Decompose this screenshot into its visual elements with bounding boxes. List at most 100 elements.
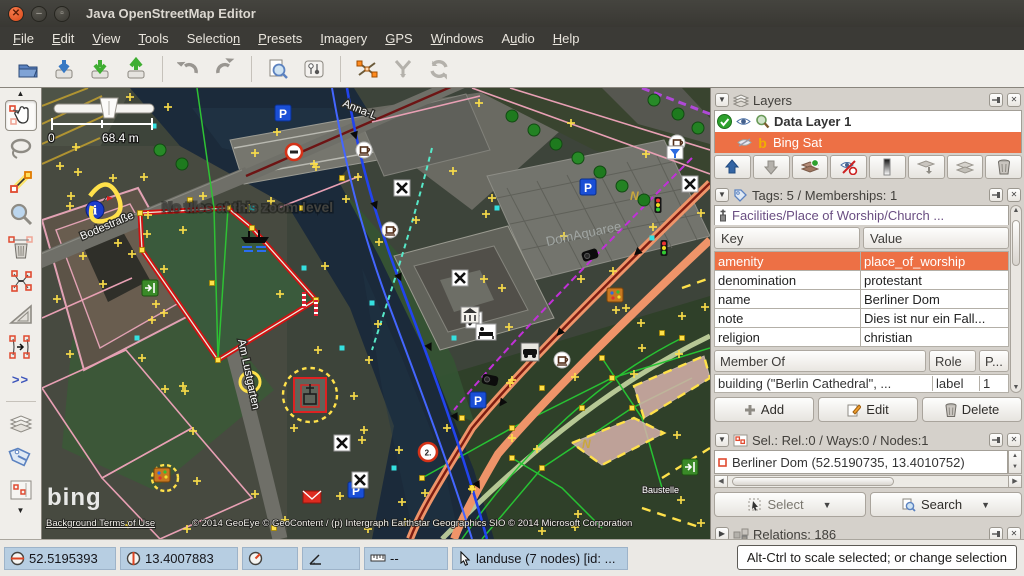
layers-collapse-icon[interactable]: ▼ <box>715 93 729 107</box>
window-title: Java OpenStreetMap Editor <box>86 6 256 21</box>
menu-item-gps[interactable]: GPS <box>376 28 421 49</box>
undo-icon <box>177 57 201 81</box>
tags-close-icon[interactable]: ✕ <box>1007 188 1021 202</box>
scroll-right-arrow[interactable]: ▶ <box>1008 475 1022 488</box>
tags-panel-title: Tags: 5 / Memberships: 1 <box>752 188 897 203</box>
preset-link[interactable]: Facilities/Place of Worship/Church ... <box>732 208 944 223</box>
menu-item-help[interactable]: Help <box>544 28 589 49</box>
menu-item-edit[interactable]: Edit <box>43 28 83 49</box>
search-button-panel[interactable]: Search▼ <box>870 492 1022 517</box>
draw-nodes-tool[interactable] <box>5 166 37 197</box>
selection-list-scrollbar[interactable]: ▲▼ <box>1008 450 1022 474</box>
map-view[interactable]: P P P P <box>42 88 710 539</box>
scroll-down-arrow[interactable]: ▼ <box>1011 384 1021 391</box>
refresh-button[interactable] <box>421 53 457 85</box>
add-tag-button[interactable]: Add <box>714 397 814 422</box>
layer-activate-button[interactable] <box>792 155 829 179</box>
hidden-eye-icon[interactable] <box>737 137 752 148</box>
zoom-tool[interactable] <box>5 199 37 230</box>
preset-link-row[interactable]: Facilities/Place of Worship/Church ... <box>714 205 1009 225</box>
selection-panel-toggle[interactable] <box>5 474 37 505</box>
selection-panel: ▼ Sel.: Rel.:0 / Ways:0 / Nodes:1 ✕ Berl… <box>714 430 1022 517</box>
value-column-header[interactable]: Value <box>863 227 1009 249</box>
tag-row[interactable]: religionchristian <box>715 328 1009 347</box>
extrude-tool[interactable] <box>5 298 37 329</box>
member-of-column-header[interactable]: Member Of <box>714 350 926 372</box>
delete-tool[interactable] <box>5 232 37 263</box>
map-canvas[interactable]: P P P P <box>42 88 710 539</box>
lasso-tool[interactable] <box>5 133 37 164</box>
visible-eye-icon[interactable] <box>736 116 751 127</box>
scroll-up-arrow[interactable]: ▲ <box>1011 207 1021 214</box>
selection-close-icon[interactable]: ✕ <box>1007 433 1021 447</box>
upload-button[interactable] <box>118 53 154 85</box>
layer-opacity-button[interactable] <box>869 155 906 179</box>
parallel-way-tool[interactable] <box>5 331 37 362</box>
key-column-header[interactable]: Key <box>714 227 860 249</box>
unglue-tool[interactable] <box>5 265 37 296</box>
delete-tag-button[interactable]: Delete <box>922 397 1022 422</box>
layers-panel-toggle[interactable] <box>5 408 37 439</box>
split-way-button[interactable] <box>349 53 385 85</box>
window-minimize-button[interactable]: – <box>31 6 47 22</box>
search-button[interactable] <box>260 53 296 85</box>
combine-way-button[interactable] <box>385 53 421 85</box>
selection-pin-icon[interactable] <box>989 433 1003 447</box>
data-layer-icon <box>755 114 770 129</box>
select-move-tool[interactable] <box>5 100 37 131</box>
menu-item-windows[interactable]: Windows <box>422 28 493 49</box>
menu-item-selection[interactable]: Selection <box>178 28 249 49</box>
right-panel: ▼ Layers ✕ Data Layer 1 b Bing <box>710 88 1024 539</box>
layer-move-down-button[interactable] <box>753 155 790 179</box>
tags-pin-icon[interactable] <box>989 188 1003 202</box>
toolbar-scroll-up[interactable]: ▲ <box>17 89 25 99</box>
preferences-button[interactable] <box>296 53 332 85</box>
layer-visibility-button[interactable] <box>830 155 867 179</box>
longitude-field: 13.4007883 <box>120 547 238 570</box>
layer-duplicate-button[interactable] <box>947 155 984 179</box>
more-tools-button[interactable]: >> <box>5 364 37 395</box>
redo-button[interactable] <box>207 53 243 85</box>
undo-button[interactable] <box>171 53 207 85</box>
selection-hscrollbar[interactable]: ◀ ▶ <box>714 475 1022 488</box>
tags-scrollbar[interactable]: ▲ ▼ <box>1010 205 1022 393</box>
selection-collapse-icon[interactable]: ▼ <box>715 433 729 447</box>
select-button[interactable]: Select▼ <box>714 492 866 517</box>
window-maximize-button[interactable]: ▫ <box>54 6 70 22</box>
selected-object-item[interactable]: Berliner Dom (52.5190735, 13.4010752) <box>714 450 1008 474</box>
menu-item-tools[interactable]: Tools <box>129 28 177 49</box>
window-close-button[interactable]: ✕ <box>8 6 24 22</box>
tags-collapse-icon[interactable]: ▼ <box>715 188 729 202</box>
menu-item-file[interactable]: File <box>4 28 43 49</box>
layer-delete-button[interactable] <box>985 155 1022 179</box>
tag-row[interactable]: noteDies ist nur ein Fall... <box>715 309 1009 328</box>
layers-close-icon[interactable]: ✕ <box>1007 93 1021 107</box>
edit-tag-button[interactable]: Edit <box>818 397 918 422</box>
toolbar-scroll-down[interactable]: ▼ <box>17 506 25 516</box>
layer-merge-button[interactable] <box>908 155 945 179</box>
scroll-left-arrow[interactable]: ◀ <box>714 475 728 488</box>
menu-item-audio[interactable]: Audio <box>492 28 543 49</box>
position-column-header[interactable]: P... <box>979 350 1009 372</box>
menu-item-presets[interactable]: Presets <box>249 28 311 49</box>
tag-row[interactable]: denominationprotestant <box>715 271 1009 290</box>
tag-row[interactable]: nameBerliner Dom <box>715 290 1009 309</box>
save-button[interactable] <box>46 53 82 85</box>
role-column-header[interactable]: Role <box>929 350 976 372</box>
tag-row[interactable]: amenityplace_of_worship <box>715 252 1009 271</box>
layer-row-data-layer[interactable]: Data Layer 1 <box>715 111 1021 132</box>
membership-row[interactable]: building ("Berlin Cathedral", ... label … <box>714 374 1009 393</box>
terms-of-use-link[interactable]: Background Terms of Use <box>46 518 155 529</box>
scrollbar-thumb[interactable] <box>1012 220 1020 266</box>
menu-item-imagery[interactable]: Imagery <box>311 28 376 49</box>
hscrollbar-thumb[interactable] <box>732 477 894 486</box>
tags-panel-toggle[interactable] <box>5 441 37 472</box>
download-button[interactable] <box>82 53 118 85</box>
open-folder-button[interactable] <box>10 53 46 85</box>
menu-item-view[interactable]: View <box>83 28 129 49</box>
layer-row-bing-sat[interactable]: b Bing Sat <box>715 132 1021 153</box>
zoom-icon <box>8 202 34 228</box>
edit-toolbar: ▲ >> ▼ <box>0 88 42 539</box>
layer-move-up-button[interactable] <box>714 155 751 179</box>
layers-pin-icon[interactable] <box>989 93 1003 107</box>
